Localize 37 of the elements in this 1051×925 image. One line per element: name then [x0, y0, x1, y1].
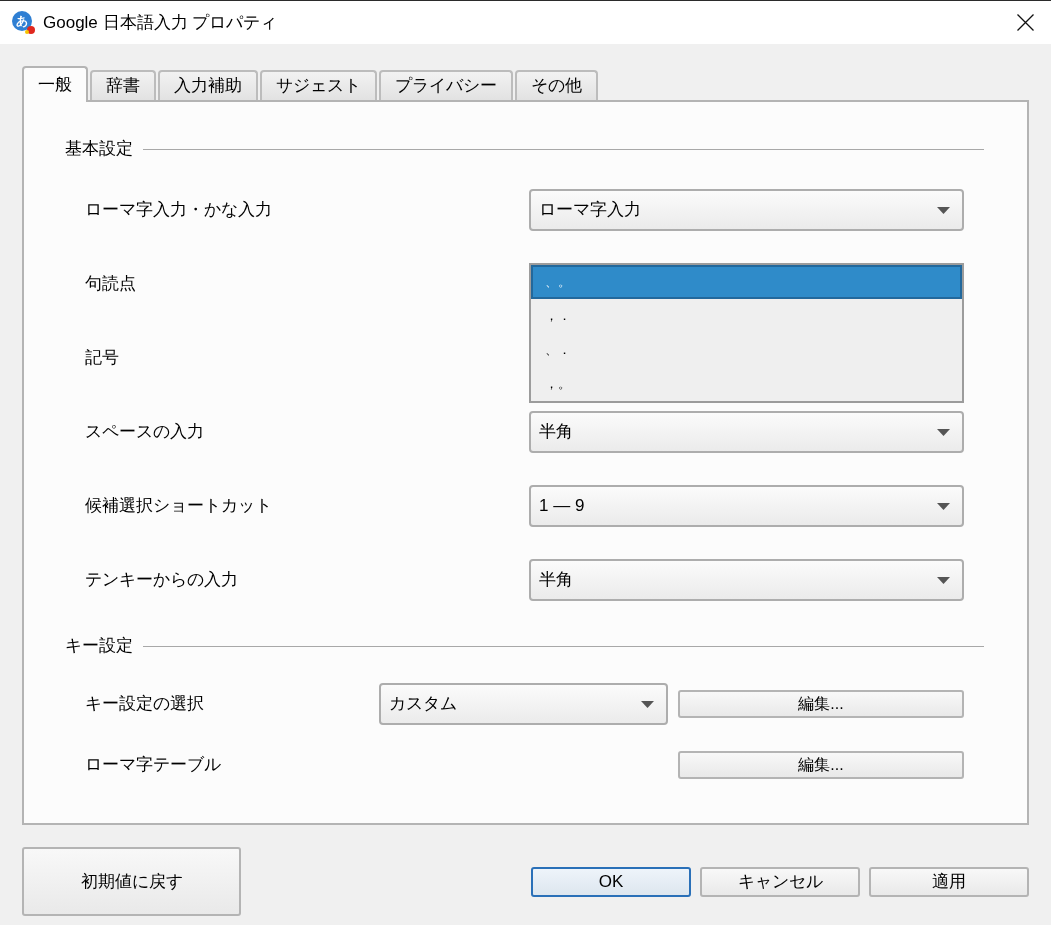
caret-icon — [937, 502, 950, 510]
edit-button[interactable]: 編集... — [678, 751, 964, 779]
tab[interactable]: 一般 — [22, 66, 88, 102]
dialog-button[interactable]: OK — [531, 866, 691, 897]
dropdown[interactable]: ローマ字入力 — [529, 189, 964, 231]
setting-label: ローマ字入力・かな入力 — [85, 199, 272, 222]
setting-label: スペースの入力 — [85, 421, 204, 444]
close-button[interactable] — [1015, 12, 1035, 33]
section-title: キー設定 — [65, 635, 133, 658]
tab[interactable]: その他 — [515, 70, 598, 100]
dialog-button[interactable]: キャンセル — [700, 866, 860, 897]
setting-label: キー設定の選択 — [85, 693, 204, 716]
caret-icon — [937, 206, 950, 214]
tab[interactable]: 辞書 — [90, 70, 156, 100]
setting-label: テンキーからの入力 — [85, 569, 238, 592]
dropdown[interactable]: 半角 — [529, 411, 964, 453]
tab[interactable]: 入力補助 — [158, 70, 258, 100]
tab[interactable]: サジェスト — [260, 70, 377, 100]
dropdown[interactable]: カスタム — [379, 683, 668, 725]
caret-icon — [937, 576, 950, 584]
window-title: Google 日本語入力 プロパティ — [43, 11, 278, 34]
dialog-button[interactable]: 適用 — [869, 866, 1029, 897]
reset-button[interactable]: 初期値に戻す — [22, 847, 241, 916]
tab[interactable]: プライバシー — [379, 70, 513, 100]
app-logo-icon: あ — [12, 11, 35, 34]
caret-icon — [641, 700, 654, 708]
setting-label: 記号 — [85, 347, 119, 370]
caret-icon — [937, 428, 950, 436]
dropdown[interactable]: 半角 — [529, 559, 964, 601]
edit-button[interactable]: 編集... — [678, 690, 964, 718]
dropdown-option[interactable]: 、。 — [531, 265, 962, 299]
close-icon — [1016, 14, 1034, 31]
dropdown[interactable]: 1 — 9 — [529, 485, 964, 527]
setting-label: 候補選択ショートカット — [85, 495, 272, 518]
setting-label: ローマ字テーブル — [85, 754, 221, 777]
section-title: 基本設定 — [65, 138, 133, 161]
setting-label: 句読点 — [85, 273, 136, 296]
